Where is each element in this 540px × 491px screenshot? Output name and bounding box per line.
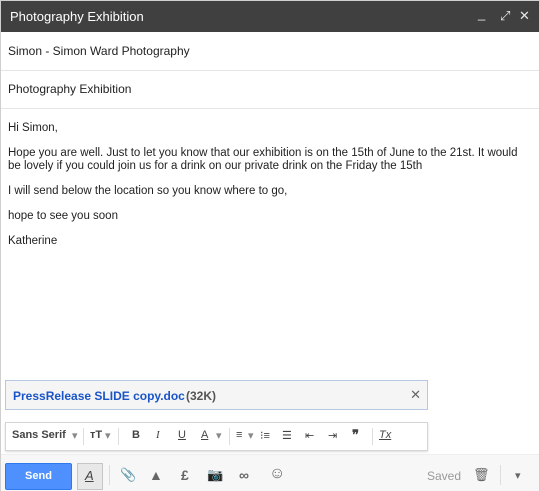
align-icon[interactable]: ≡ [236, 429, 242, 441]
minimize-icon[interactable]: _ [478, 6, 485, 21]
emoji-icon[interactable]: ☺ [269, 465, 285, 483]
body-line: Hope you are well. Just to let you know … [8, 147, 518, 172]
indent-more-icon[interactable]: ⇥ [328, 429, 337, 442]
expand-icon[interactable]: ⤢ [500, 8, 510, 24]
compose-actions: Send A 📎 ▲ £ 📷 ∞ ☺ Saved 🗑 ▾ [1, 454, 539, 491]
title-bar: Photography Exhibition _ ⤢ ✕ [1, 1, 539, 32]
chevron-down-icon[interactable]: ▾ [72, 429, 78, 442]
body-line: Katherine [8, 235, 58, 247]
numbered-list-icon[interactable]: ⁝≡ [260, 429, 270, 442]
bold-icon[interactable]: B [132, 429, 140, 441]
divider [500, 465, 501, 485]
subject-field[interactable]: Photography Exhibition [1, 70, 539, 109]
clear-formatting-icon[interactable]: Tx [379, 429, 391, 441]
money-icon[interactable]: £ [181, 467, 189, 483]
indent-less-icon[interactable]: ⇤ [305, 429, 314, 442]
link-icon[interactable]: ∞ [239, 467, 249, 483]
chevron-down-icon[interactable]: ▾ [248, 429, 254, 442]
trash-icon[interactable]: 🗑 [473, 467, 490, 483]
save-status: Saved [427, 469, 462, 483]
attachment-chip[interactable]: PressRelease SLIDE copy.doc (32K) ✕ [5, 380, 428, 410]
window-title: Photography Exhibition [10, 9, 144, 24]
camera-icon[interactable]: 📷 [207, 467, 223, 483]
divider [229, 428, 230, 445]
divider [118, 428, 119, 445]
body-line: Hi Simon, [8, 122, 58, 134]
divider [372, 428, 373, 445]
font-family-select[interactable]: Sans Serif [12, 429, 66, 441]
drive-icon[interactable]: ▲ [149, 467, 163, 483]
attachment-size: (32K) [186, 389, 217, 403]
compose-window: Photography Exhibition _ ⤢ ✕ Simon - Sim… [0, 0, 540, 491]
subject-value: Photography Exhibition [8, 82, 132, 96]
recipient-field[interactable]: Simon - Simon Ward Photography [1, 32, 539, 71]
attachment-name[interactable]: PressRelease SLIDE copy.doc [13, 389, 185, 403]
more-options-icon[interactable]: ▾ [515, 469, 521, 482]
message-body[interactable]: Hi Simon, Hope you are well. Just to let… [8, 122, 528, 260]
chevron-down-icon[interactable]: ▾ [105, 429, 111, 442]
formatting-toolbar: Sans Serif ▾ тT ▾ B I U A ▾ ≡ ▾ ⁝≡ ☰ ⇤ ⇥… [5, 422, 428, 451]
italic-icon[interactable]: I [156, 429, 160, 441]
body-line: I will send below the location so you kn… [8, 185, 288, 197]
underline-icon[interactable]: U [178, 429, 186, 441]
attach-icon[interactable]: 📎 [120, 467, 136, 483]
font-size-icon[interactable]: тT [90, 429, 102, 441]
bulleted-list-icon[interactable]: ☰ [282, 429, 292, 442]
divider [109, 465, 110, 485]
formatting-icon: A [85, 468, 94, 483]
chevron-down-icon[interactable]: ▾ [216, 429, 222, 442]
close-icon[interactable]: ✕ [519, 8, 530, 24]
body-line: hope to see you soon [8, 210, 118, 222]
send-button[interactable]: Send [5, 463, 72, 490]
remove-attachment-icon[interactable]: ✕ [410, 387, 421, 403]
quote-icon[interactable]: ❞ [352, 427, 359, 443]
recipient-value: Simon - Simon Ward Photography [8, 44, 190, 58]
formatting-toggle-button[interactable]: A [77, 463, 103, 490]
divider [83, 428, 84, 445]
text-color-icon[interactable]: A [201, 429, 208, 441]
